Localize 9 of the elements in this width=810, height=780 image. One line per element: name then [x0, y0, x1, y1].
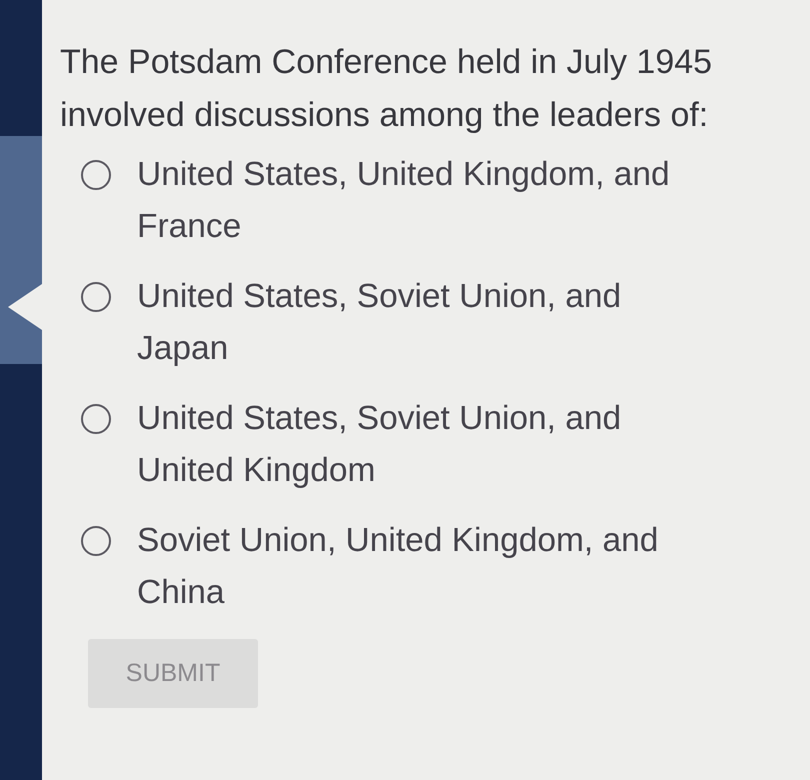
radio-button[interactable]: [81, 160, 111, 190]
option-label[interactable]: Soviet Union, United Kingdom, and China: [137, 515, 697, 619]
option-label[interactable]: United States, Soviet Union, and Japan: [137, 271, 697, 375]
option-label[interactable]: United States, United Kingdom, and France: [137, 149, 697, 253]
radio-button[interactable]: [81, 282, 111, 312]
question-text: The Potsdam Conference held in July 1945 involved discussions among the leaders of:: [60, 42, 714, 136]
option-label[interactable]: United States, Soviet Union, and United Kingdom: [137, 393, 697, 497]
radio-button[interactable]: [81, 526, 111, 556]
radio-button[interactable]: [81, 404, 111, 434]
